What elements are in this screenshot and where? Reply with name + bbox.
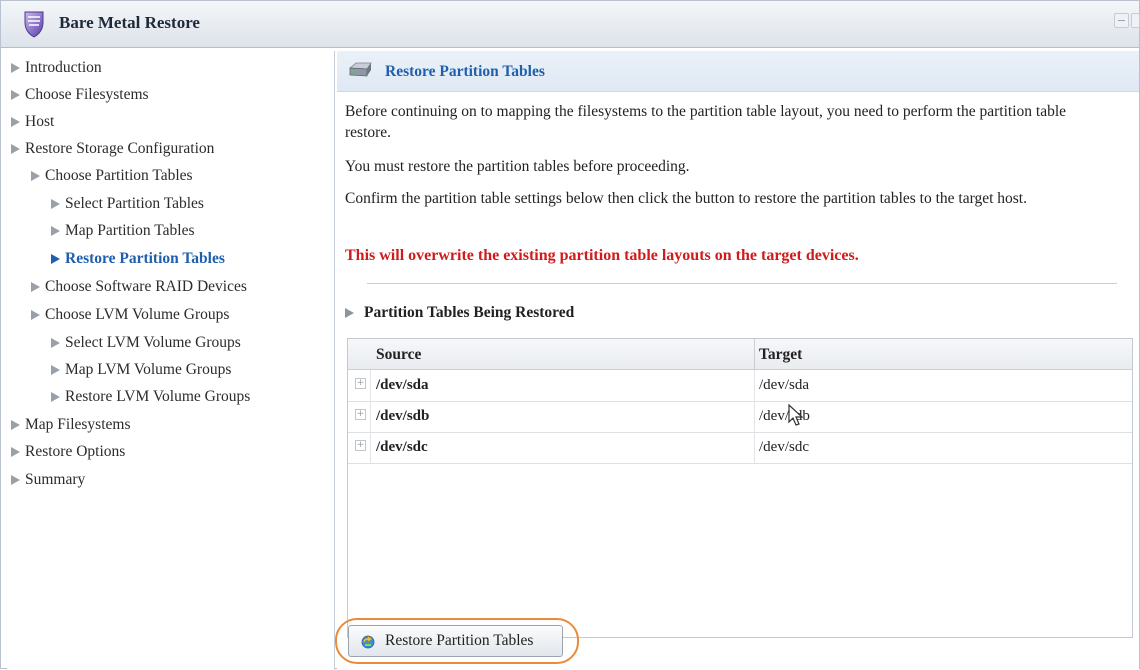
- sidebar-item-introduction[interactable]: Introduction: [11, 55, 102, 81]
- column-header-source[interactable]: Source: [376, 346, 421, 364]
- sidebar-item-restore-partition-tables[interactable]: Restore Partition Tables: [51, 246, 225, 272]
- sidebar-item-label: Select Partition Tables: [65, 195, 204, 212]
- arrow-right-icon: [51, 199, 60, 209]
- column-separator: [754, 401, 755, 432]
- sidebar-item-label: Restore LVM Volume Groups: [65, 388, 251, 405]
- sidebar-item-label: Choose Partition Tables: [45, 167, 193, 184]
- column-separator: [370, 370, 371, 401]
- sidebar-item-restore-storage-configuration[interactable]: Restore Storage Configuration: [11, 136, 214, 162]
- column-separator: [370, 401, 371, 432]
- source-cell: /dev/sda: [376, 377, 429, 393]
- sidebar-item-label: Introduction: [25, 59, 102, 76]
- arrow-right-icon: [31, 171, 40, 181]
- column-header-target[interactable]: Target: [759, 346, 802, 364]
- restore-icon: [361, 635, 375, 649]
- sidebar-item-map-filesystems[interactable]: Map Filesystems: [11, 412, 131, 438]
- plus-icon[interactable]: +: [355, 409, 366, 420]
- window-title: Bare Metal Restore: [59, 13, 200, 32]
- page-title: Restore Partition Tables: [385, 63, 545, 80]
- arrow-right-icon: [11, 90, 20, 100]
- sidebar-item-label: Host: [25, 113, 55, 130]
- sidebar-item-label: Map LVM Volume Groups: [65, 361, 232, 378]
- arrow-right-icon: [51, 226, 60, 236]
- sidebar-item-restore-options[interactable]: Restore Options: [11, 439, 125, 465]
- sidebar-item-label: Map Filesystems: [25, 416, 131, 433]
- sidebar-item-choose-lvm-volume-groups[interactable]: Choose LVM Volume Groups: [31, 302, 229, 328]
- arrow-right-icon: [51, 338, 60, 348]
- sidebar-item-select-partition-tables[interactable]: Select Partition Tables: [51, 191, 204, 217]
- sidebar-item-choose-partition-tables[interactable]: Choose Partition Tables: [31, 163, 193, 189]
- column-separator: [754, 432, 755, 463]
- sidebar-item-map-partition-tables[interactable]: Map Partition Tables: [51, 218, 195, 244]
- column-separator: [370, 432, 371, 463]
- minimize-button[interactable]: [1114, 13, 1129, 28]
- sidebar-item-label: Restore Options: [25, 443, 126, 460]
- main-panel: Restore Partition Tables Before continui…: [337, 51, 1139, 670]
- plus-icon[interactable]: +: [355, 378, 366, 389]
- plus-icon[interactable]: +: [355, 440, 366, 451]
- restore-partition-tables-button[interactable]: Restore Partition Tables: [348, 625, 563, 657]
- table-row[interactable]: + /dev/sdc /dev/sdc: [348, 432, 1132, 464]
- target-cell: /dev/sdc: [759, 439, 809, 455]
- shield-icon: [24, 11, 44, 38]
- arrow-right-icon: [11, 447, 20, 457]
- close-button[interactable]: [1131, 13, 1140, 28]
- section-title: Partition Tables Being Restored: [364, 304, 575, 321]
- arrow-right-icon: [11, 475, 20, 485]
- arrow-right-icon: [345, 308, 354, 318]
- disk-icon: [348, 62, 372, 77]
- table-header: Source Target: [348, 339, 1132, 370]
- app-window: Bare Metal Restore Introduction Choose F…: [0, 0, 1140, 670]
- warning-text: This will overwrite the existing partiti…: [345, 247, 859, 264]
- arrow-right-icon: [11, 420, 20, 430]
- column-separator: [754, 370, 755, 401]
- intro-paragraph: Before continuing on to mapping the file…: [345, 103, 1067, 141]
- sidebar-item-summary[interactable]: Summary: [11, 467, 85, 493]
- arrow-right-icon: [11, 63, 20, 73]
- partition-table-grid: Source Target + /dev/sda /dev/sda + /dev…: [347, 338, 1133, 638]
- sidebar-item-choose-software-raid-devices[interactable]: Choose Software RAID Devices: [31, 274, 247, 300]
- sidebar-item-host[interactable]: Host: [11, 109, 54, 135]
- sidebar-item-label: Choose LVM Volume Groups: [45, 306, 230, 323]
- target-cell: /dev/sda: [759, 377, 809, 393]
- sidebar-item-label: Choose Filesystems: [25, 86, 149, 103]
- arrow-right-icon: [51, 254, 60, 264]
- arrow-right-icon: [31, 310, 40, 320]
- section-header[interactable]: Partition Tables Being Restored: [345, 304, 574, 322]
- table-row[interactable]: + /dev/sda /dev/sda: [348, 370, 1132, 402]
- sidebar-item-label: Summary: [25, 471, 86, 488]
- arrow-right-icon: [51, 365, 60, 375]
- source-cell: /dev/sdc: [376, 439, 428, 455]
- wizard-navigation: Introduction Choose Filesystems Host Res…: [7, 51, 335, 670]
- panel-header: Restore Partition Tables: [337, 51, 1139, 92]
- sidebar-item-label: Choose Software RAID Devices: [45, 278, 247, 295]
- sidebar-item-select-lvm-volume-groups[interactable]: Select LVM Volume Groups: [51, 330, 241, 356]
- sidebar-item-choose-filesystems[interactable]: Choose Filesystems: [11, 82, 149, 108]
- arrow-right-icon: [11, 144, 20, 154]
- arrow-right-icon: [31, 282, 40, 292]
- confirm-paragraph: Confirm the partition table settings bel…: [345, 190, 1027, 207]
- sidebar-item-label: Map Partition Tables: [65, 222, 195, 239]
- sidebar-item-label: Select LVM Volume Groups: [65, 334, 241, 351]
- arrow-right-icon: [51, 392, 60, 402]
- mouse-cursor-icon: [788, 403, 804, 426]
- sidebar-item-label: Restore Partition Tables: [65, 250, 225, 267]
- table-row[interactable]: + /dev/sdb /dev/sdb: [348, 401, 1132, 433]
- requirement-paragraph: You must restore the partition tables be…: [345, 158, 690, 175]
- restore-button-label: Restore Partition Tables: [385, 632, 534, 649]
- source-cell: /dev/sdb: [376, 408, 430, 424]
- sidebar-item-restore-lvm-volume-groups[interactable]: Restore LVM Volume Groups: [51, 384, 250, 410]
- sidebar-item-label: Restore Storage Configuration: [25, 140, 215, 157]
- column-separator: [754, 339, 755, 369]
- arrow-right-icon: [11, 117, 20, 127]
- title-bar: Bare Metal Restore: [1, 1, 1140, 48]
- sidebar-item-map-lvm-volume-groups[interactable]: Map LVM Volume Groups: [51, 357, 231, 383]
- divider: [367, 283, 1117, 284]
